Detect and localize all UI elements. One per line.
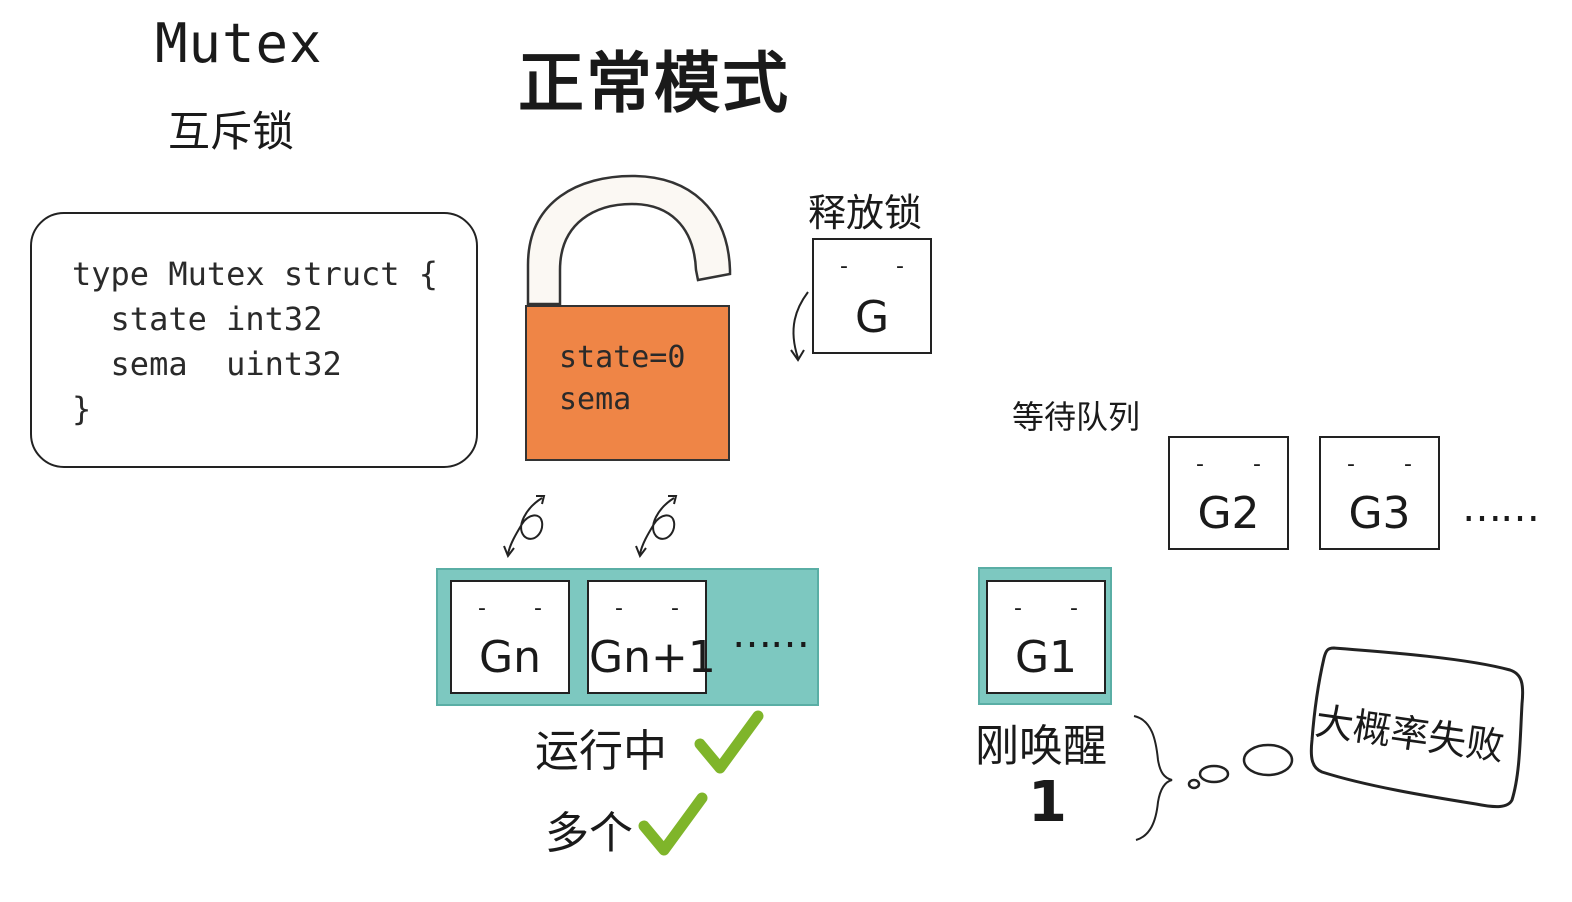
goroutine-releasing: -- G — [812, 238, 932, 354]
spin-arrow-icon — [635, 495, 678, 559]
code-line: state int32 — [72, 300, 323, 338]
multiple-label: 多个 — [545, 808, 633, 859]
mode-title: 正常模式 — [518, 45, 790, 122]
goroutine-waiting: -- G2 — [1168, 436, 1289, 550]
code-line: sema uint32 — [72, 345, 342, 383]
release-lock-label: 释放锁 — [808, 191, 923, 235]
woken-label: 刚唤醒 — [975, 721, 1107, 772]
goroutine-label: G3 — [1348, 488, 1411, 539]
checkmark-icon — [638, 792, 708, 856]
goroutine-running: -- Gn — [450, 580, 570, 694]
woken-count: 1 — [1028, 770, 1067, 835]
release-arrow-icon — [790, 291, 809, 362]
page-subtitle: 互斥锁 — [168, 107, 295, 156]
page-title: Mutex — [155, 12, 323, 75]
brace-icon — [1133, 715, 1173, 841]
goroutine-label: Gn — [479, 632, 541, 683]
lock-state-text: state=0 — [559, 340, 686, 375]
goroutine-woken: -- G1 — [986, 580, 1106, 694]
lock-sema-text: sema — [559, 382, 632, 417]
spin-arrow-icon — [503, 495, 546, 559]
goroutine-label: G2 — [1197, 488, 1260, 539]
checkmark-icon — [694, 710, 764, 774]
goroutine-label: G — [854, 292, 890, 343]
lock-body: state=0 sema — [525, 305, 730, 461]
lock-shackle-icon — [526, 174, 732, 306]
code-line: } — [72, 390, 92, 428]
code-line: type Mutex struct { — [72, 255, 439, 293]
goroutine-label: Gn+1 — [589, 632, 716, 683]
goroutine-label: G1 — [1014, 632, 1078, 683]
goroutine-waiting: -- G3 — [1319, 436, 1440, 550]
thought-bubble-icon — [1187, 743, 1294, 790]
wait-queue-label: 等待队列 — [1012, 398, 1141, 436]
running-label: 运行中 — [535, 726, 667, 777]
queue-ellipsis: …… — [1462, 485, 1540, 531]
running-ellipsis: …… — [732, 611, 810, 657]
struct-code-block: type Mutex struct { state int32 sema uin… — [30, 212, 478, 468]
goroutine-running: -- Gn+1 — [587, 580, 716, 694]
